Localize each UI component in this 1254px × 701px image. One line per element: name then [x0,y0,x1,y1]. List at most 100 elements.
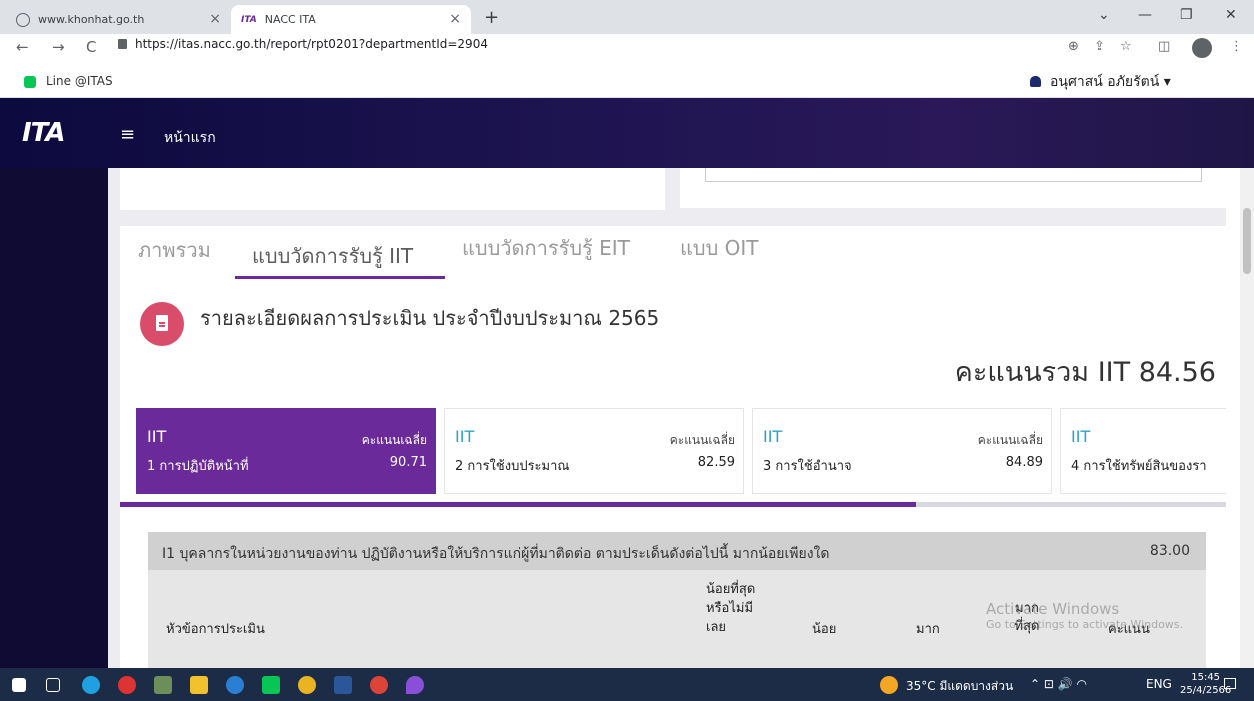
watermark-line1: Activate Windows [986,600,1120,618]
app-drop-icon[interactable] [406,676,424,694]
question-header: I1 บุคลากรในหน่วยงานของท่าน ปฏิบัติงานหร… [148,532,1206,570]
score-card-name: 2 การใช้งบประมาณ [455,459,570,474]
score-card-name: 1 การปฏิบัติหน้าที่ [147,459,249,474]
internet-explorer-icon[interactable] [226,676,244,694]
score-card-carousel: IIT คะแนนเฉลี่ย 1 การปฏิบัติหน้าที่ 90.7… [136,408,1226,494]
main-content: ภาพรวม แบบวัดการรับรู้ IIT แบบวัดการรับร… [108,168,1226,668]
total-score: คะแนนรวม IIT 84.56 [954,357,1216,388]
top-card-right [680,168,1226,208]
url-text: https://itas.nacc.go.th/report/rpt0201?d… [135,37,488,51]
chrome-icon[interactable] [298,676,316,694]
globe-icon [16,12,30,27]
profile-avatar[interactable] [1192,38,1212,58]
score-card-code: IIT [763,427,783,446]
forward-button[interactable]: → [52,38,65,56]
carousel-progress [120,502,1226,507]
browser-tab-khonhat[interactable]: www.khonhat.go.th × [6,5,231,34]
column-much: มาก [916,622,940,637]
browser-tab-strip: www.khonhat.go.th × ITA NACC ITA × + ⌄ —… [0,0,1254,34]
address-bar[interactable]: https://itas.nacc.go.th/report/rpt0201?d… [118,37,488,51]
browser-toolbar: ← → C https://itas.nacc.go.th/report/rpt… [0,34,1254,62]
activate-windows-watermark: Activate Windows Go to Settings to activ… [986,600,1183,631]
edge-icon[interactable] [82,676,100,694]
score-card-value: 84.89 [1005,455,1043,470]
page-scrollbar[interactable] [1240,168,1254,668]
app-photo-icon[interactable] [154,676,172,694]
document-icon [140,302,184,346]
tab-search-icon[interactable]: ⌄ [1098,7,1110,23]
question-score: 83.00 [1149,543,1190,559]
lock-icon [118,39,127,49]
chrome-active-icon[interactable] [370,676,388,694]
scrollbar-thumb[interactable] [1243,208,1251,274]
reload-button[interactable]: C [86,38,96,56]
score-card-3[interactable]: IIT คะแนนเฉลี่ย 3 การใช้อำนาจ 84.89 [752,408,1052,494]
share-icon[interactable]: ⇪ [1094,39,1105,54]
system-tray-icons[interactable]: ⌃ ⊡ 🔊 ◠ [1030,677,1087,691]
browser-tab-nacc-ita[interactable]: ITA NACC ITA × [231,5,471,34]
score-card-code: IIT [455,427,475,446]
tab-iit[interactable]: แบบวัดการรับรู้ IIT [252,240,413,272]
ita-favicon-icon: ITA [241,14,257,25]
restore-button[interactable]: ❐ [1180,7,1193,23]
windows-taskbar: 35°C มีแดดบางส่วน ⌃ ⊡ 🔊 ◠ ENG 15:45 25/4… [0,668,1254,701]
watermark-line2: Go to Settings to activate Windows. [986,618,1184,631]
score-card-value: 90.71 [389,455,427,470]
tab-eit[interactable]: แบบวัดการรับรู้ EIT [462,232,630,264]
zoom-icon[interactable]: ⊕ [1068,39,1079,54]
score-card-name: 4 การใช้ทรัพย์สินของรา [1071,459,1207,474]
report-title: รายละเอียดผลการประเมิน ประจำปีงบประมาณ 2… [200,306,660,330]
bell-icon[interactable] [1030,76,1041,87]
comment-textarea[interactable] [705,168,1202,182]
column-topic: หัวข้อการประเมิน [166,622,265,637]
home-link[interactable]: หน้าแรก [164,127,216,149]
bookmark-star-icon[interactable]: ☆ [1120,39,1132,54]
language-indicator[interactable]: ENG [1146,677,1172,691]
carousel-progress-fill [120,502,917,507]
score-card-avg-label: คะแนนเฉลี่ย [669,433,735,447]
tab-overview[interactable]: ภาพรวม [138,234,211,266]
score-card-2[interactable]: IIT คะแนนเฉลี่ย 2 การใช้งบประมาณ 82.59 [444,408,744,494]
back-button[interactable]: ← [16,38,29,56]
ita-logo: ITA [22,118,66,148]
score-card-4[interactable]: IIT 4 การใช้ทรัพย์สินของรา [1060,408,1226,494]
user-menu[interactable]: อนุศาสน์ อภัยรัตน์ ▾ [1050,71,1171,93]
column-least: น้อยที่สุด หรือไม่มี เลย [706,582,756,635]
line-app-icon[interactable] [262,676,280,694]
report-tabs: ภาพรวม แบบวัดการรับรู้ IIT แบบวัดการรับร… [120,226,1226,279]
close-tab-icon[interactable]: × [449,11,461,27]
score-card-value: 82.59 [697,455,735,470]
word-icon[interactable] [334,676,352,694]
notification-icon[interactable] [1224,678,1236,689]
line-icon [24,76,36,88]
side-panel-icon[interactable]: ◫ [1158,39,1170,54]
sidebar [0,168,108,668]
close-tab-icon[interactable]: × [209,11,221,27]
tab-title: NACC ITA [264,13,316,26]
task-view-icon[interactable] [46,678,60,692]
browser-menu-icon[interactable]: ⋮ [1230,39,1243,54]
tab-oit[interactable]: แบบ OIT [680,232,759,264]
tab-title: www.khonhat.go.th [38,13,145,26]
app-red-icon[interactable] [118,676,136,694]
file-explorer-icon[interactable] [190,676,208,694]
top-card-left [120,168,665,210]
score-card-code: IIT [1071,427,1091,446]
weather-text[interactable]: 35°C มีแดดบางส่วน [906,677,1013,696]
column-little: น้อย [812,622,837,637]
minimize-button[interactable]: — [1138,7,1152,23]
score-card-avg-label: คะแนนเฉลี่ย [977,433,1043,447]
hamburger-menu-icon[interactable]: ≡ [120,124,135,145]
bookmarks-bar: Line @ITAS อนุศาสน์ อภัยรัตน์ ▾ [0,62,1254,98]
score-card-avg-label: คะแนนเฉลี่ย [361,433,427,447]
score-card-1[interactable]: IIT คะแนนเฉลี่ย 1 การปฏิบัติหน้าที่ 90.7… [136,408,436,494]
bookmark-line-itas[interactable]: Line @ITAS [46,74,113,88]
new-tab-button[interactable]: + [484,7,499,28]
active-tab-indicator [235,276,445,279]
weather-icon [880,676,898,694]
close-window-button[interactable]: ✕ [1225,7,1237,23]
windows-start-icon[interactable] [12,678,26,692]
score-card-name: 3 การใช้อำนาจ [763,459,852,474]
score-card-code: IIT [147,427,167,446]
question-text: I1 บุคลากรในหน่วยงานของท่าน ปฏิบัติงานหร… [162,546,830,562]
